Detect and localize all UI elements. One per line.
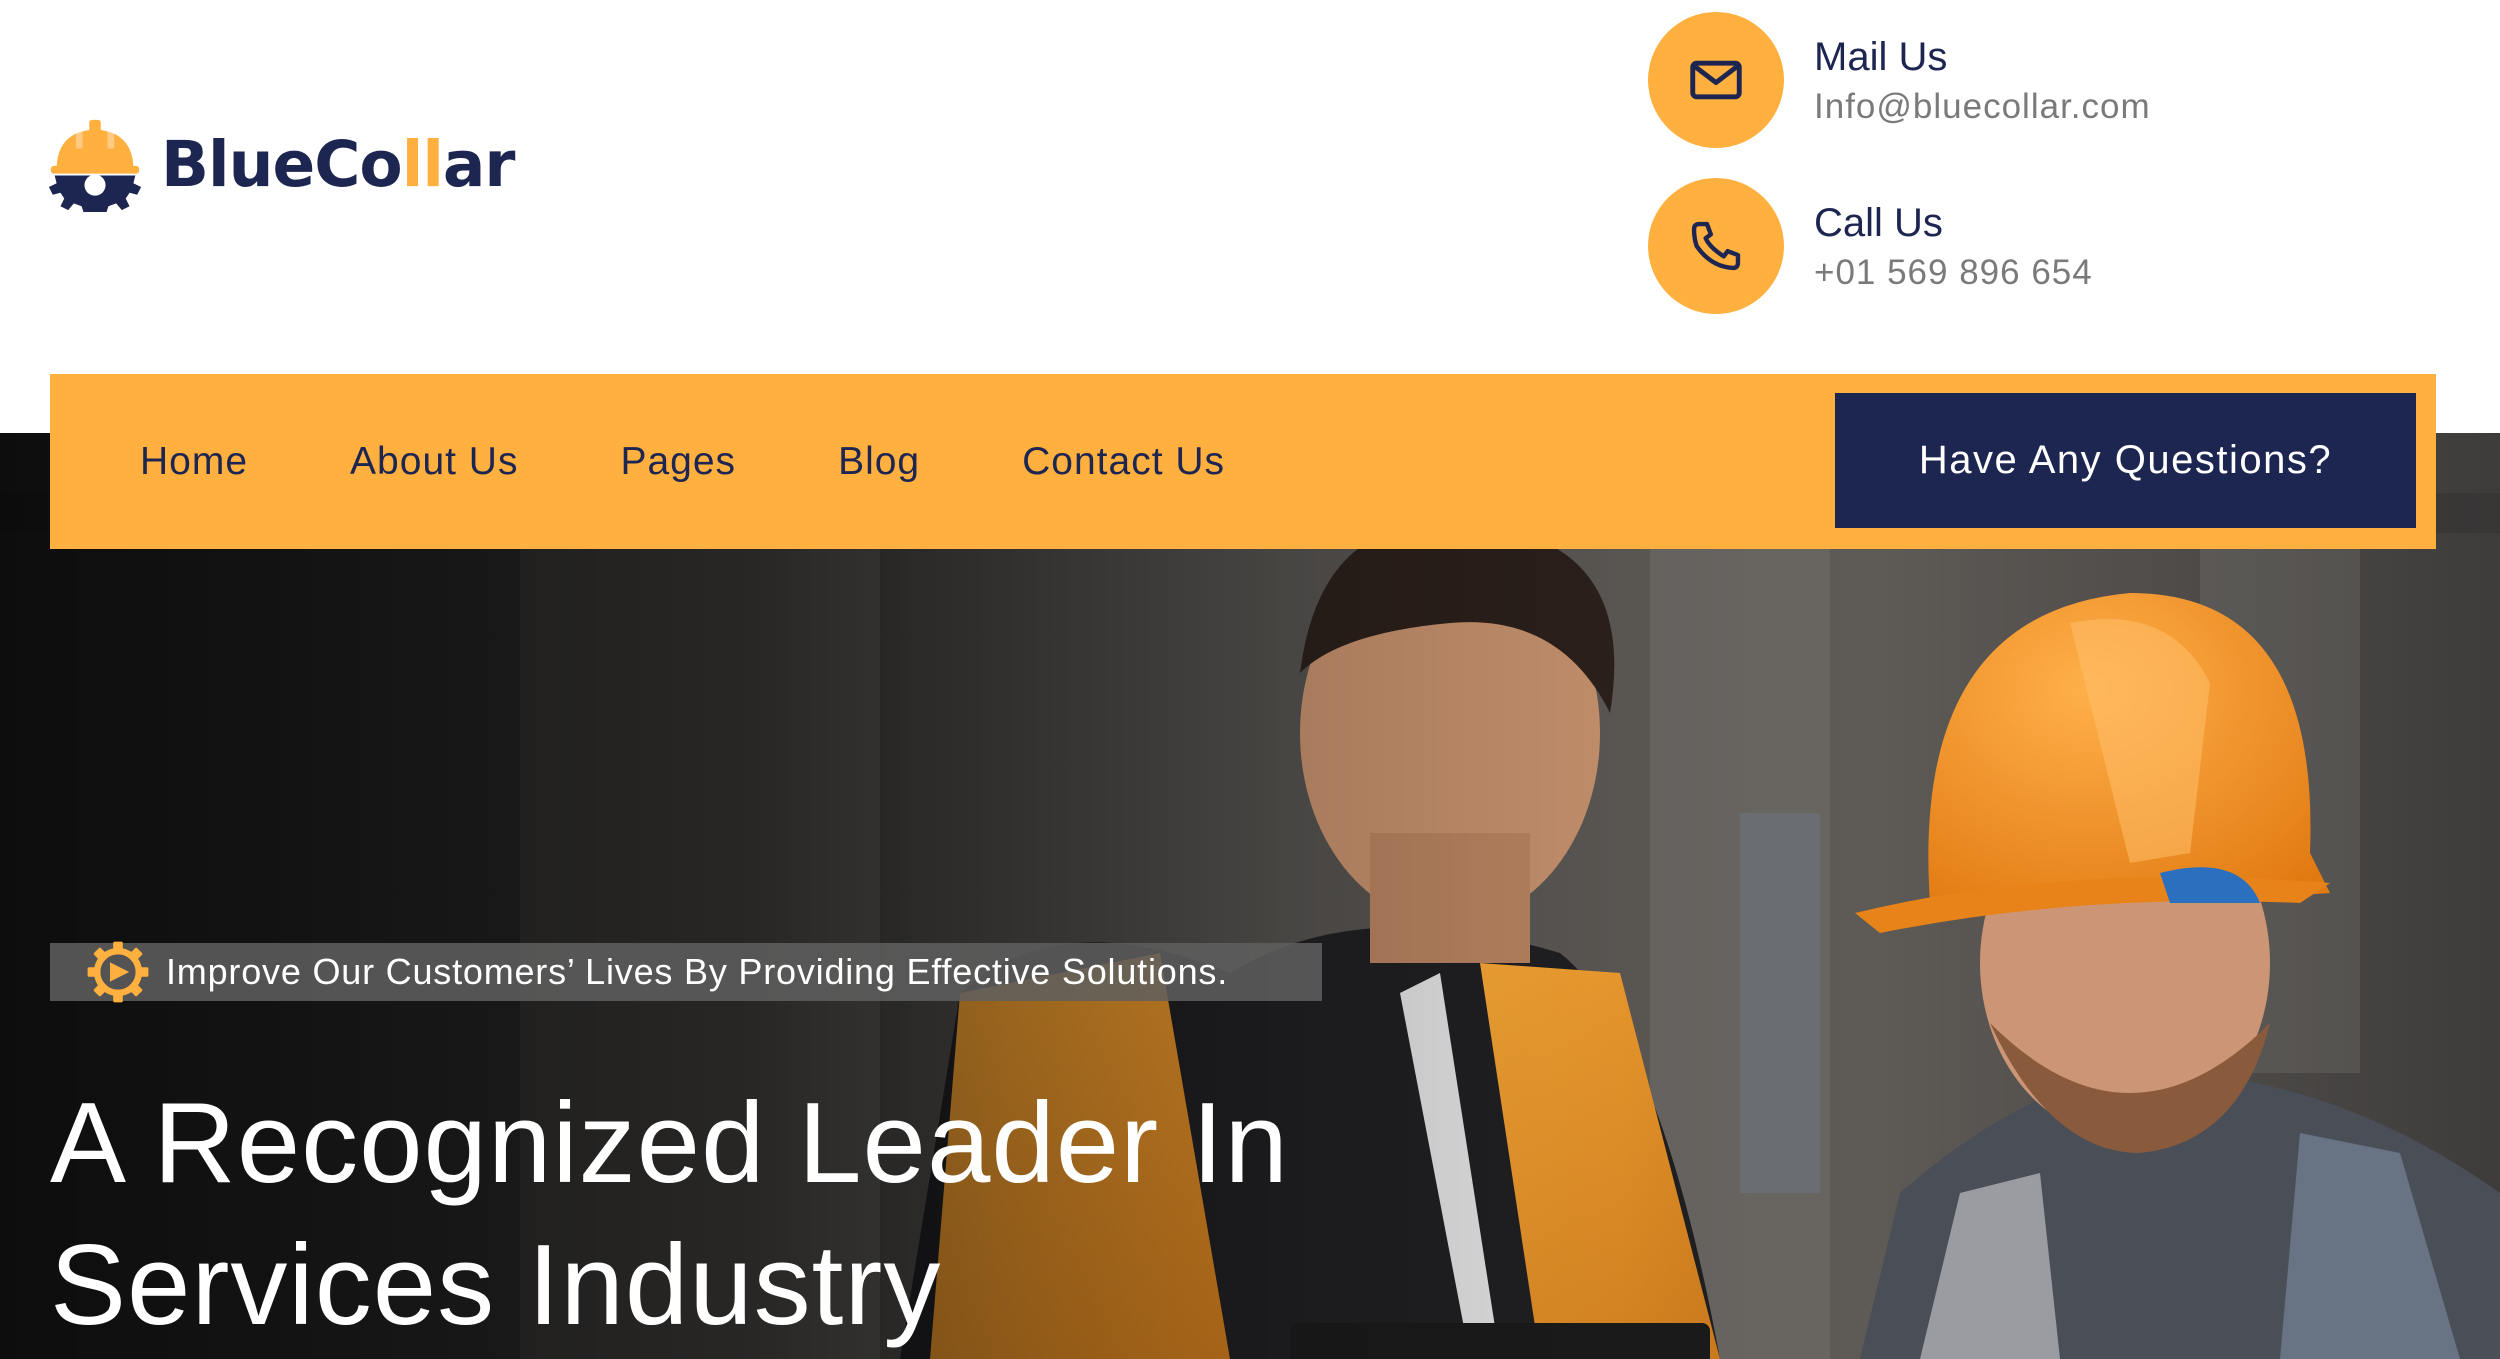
brand-name-accent: ll bbox=[401, 127, 444, 201]
brand-name-part2: ar bbox=[442, 127, 516, 201]
call-contact: Call Us +01 569 896 654 bbox=[1648, 178, 2093, 314]
mail-title: Mail Us bbox=[1814, 35, 1948, 79]
hero-title-line1: A Recognized Leader In bbox=[50, 1080, 1289, 1207]
main-nav: Home About Us Pages Blog Contact Us Have… bbox=[50, 374, 2436, 549]
nav-item-about-us[interactable]: About Us bbox=[350, 440, 518, 484]
hero-tagline-badge: Improve Our Customers’ Lives By Providin… bbox=[50, 941, 1322, 1003]
mail-icon-circle bbox=[1648, 12, 1784, 148]
call-text: Call Us +01 569 896 654 bbox=[1814, 199, 2093, 293]
mail-address[interactable]: Info@bluecollar.com bbox=[1814, 87, 2151, 127]
hero-title-line2: Services Industry bbox=[50, 1222, 942, 1349]
brand-name: BlueCollar bbox=[161, 133, 516, 196]
have-questions-button[interactable]: Have Any Questions? bbox=[1835, 393, 2416, 528]
nav-item-home[interactable]: Home bbox=[140, 440, 248, 484]
nav-item-contact-us[interactable]: Contact Us bbox=[1022, 440, 1225, 484]
nav-menu: Home About Us Pages Blog Contact Us bbox=[140, 374, 1327, 549]
mail-text: Mail Us Info@bluecollar.com bbox=[1814, 33, 2151, 127]
hero-title: A Recognized Leader In Services Industry bbox=[50, 1073, 1450, 1357]
nav-item-pages[interactable]: Pages bbox=[620, 440, 736, 484]
hero-tagline-text: Improve Our Customers’ Lives By Providin… bbox=[166, 951, 1229, 992]
site-header: BlueCollar Mail Us Info@bluecollar.com C… bbox=[0, 0, 2500, 433]
phone-icon bbox=[1691, 221, 1741, 271]
logo-link[interactable]: BlueCollar bbox=[47, 114, 516, 214]
phone-number[interactable]: +01 569 896 654 bbox=[1814, 253, 2093, 293]
mail-contact: Mail Us Info@bluecollar.com bbox=[1648, 12, 2151, 148]
envelope-icon bbox=[1690, 60, 1742, 100]
call-title: Call Us bbox=[1814, 201, 1943, 245]
nav-item-blog[interactable]: Blog bbox=[838, 440, 920, 484]
call-icon-circle bbox=[1648, 178, 1784, 314]
gear-hardhat-icon bbox=[48, 119, 142, 212]
gear-icon bbox=[87, 941, 149, 1003]
hero-section: Improve Our Customers’ Lives By Providin… bbox=[0, 433, 2500, 1359]
brand-name-part1: BlueCo bbox=[161, 127, 403, 201]
